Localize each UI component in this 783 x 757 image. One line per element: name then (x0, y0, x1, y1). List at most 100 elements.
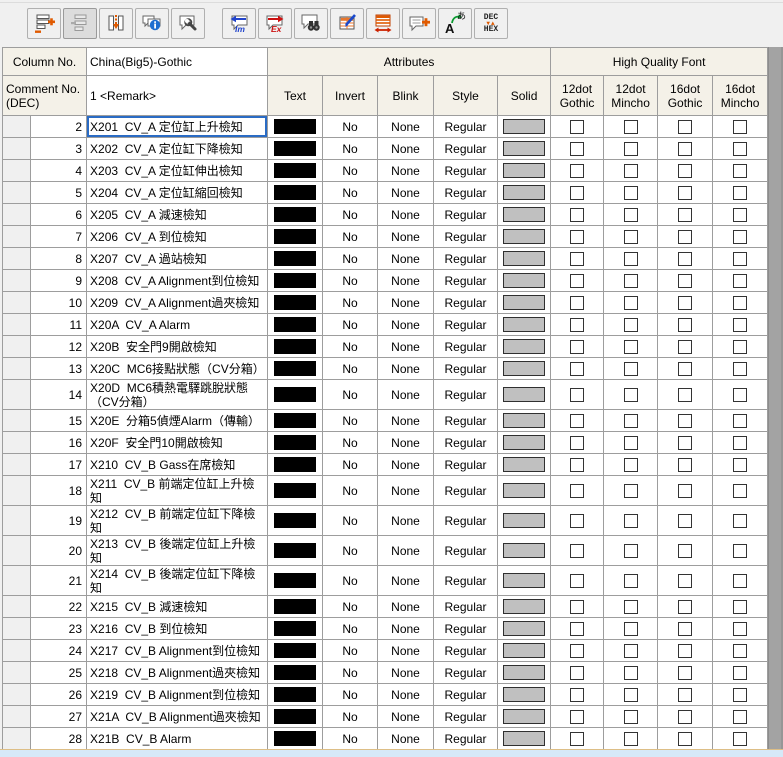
comment-no-cell[interactable]: 19 (31, 506, 87, 536)
row-selector[interactable] (3, 248, 31, 270)
comment-text-cell[interactable]: X214 CV_B 後端定位缸下降檢知 (87, 566, 268, 596)
font-checkbox-16dot-mincho[interactable] (733, 414, 747, 428)
invert-cell[interactable]: No (323, 138, 378, 160)
font-checkbox-16dot-gothic[interactable] (678, 120, 692, 134)
solid-color-cell[interactable] (498, 380, 551, 410)
font-checkbox-12dot-mincho[interactable] (624, 362, 638, 376)
font-checkbox-12dot-mincho[interactable] (624, 622, 638, 636)
style-cell[interactable]: Regular (434, 432, 498, 454)
font-checkbox-16dot-gothic[interactable] (678, 164, 692, 178)
font-checkbox-16dot-gothic[interactable] (678, 514, 692, 528)
solid-color-cell[interactable] (498, 596, 551, 618)
font-checkbox-12dot-mincho[interactable] (624, 208, 638, 222)
blink-cell[interactable]: None (378, 116, 434, 138)
blink-cell[interactable]: None (378, 476, 434, 506)
text-color-cell[interactable] (268, 728, 323, 750)
comment-no-cell[interactable]: 25 (31, 662, 87, 684)
font-checkbox-16dot-gothic[interactable] (678, 296, 692, 310)
comment-text-cell[interactable]: X206 CV_A 到位檢知 (87, 226, 268, 248)
style-cell[interactable]: Regular (434, 662, 498, 684)
font-checkbox-16dot-mincho[interactable] (733, 340, 747, 354)
text-color-cell[interactable] (268, 270, 323, 292)
row-selector[interactable] (3, 410, 31, 432)
font-checkbox-12dot-mincho[interactable] (624, 186, 638, 200)
comment-text-cell[interactable]: X211 CV_B 前端定位缸上升檢知 (87, 476, 268, 506)
text-color-cell[interactable] (268, 536, 323, 566)
font-checkbox-16dot-gothic[interactable] (678, 414, 692, 428)
font-checkbox-16dot-mincho[interactable] (733, 644, 747, 658)
row-selector[interactable] (3, 204, 31, 226)
font-checkbox-16dot-mincho[interactable] (733, 600, 747, 614)
font-checkbox-12dot-gothic[interactable] (570, 574, 584, 588)
invert-cell[interactable]: No (323, 684, 378, 706)
font-checkbox-12dot-gothic[interactable] (570, 296, 584, 310)
style-cell[interactable]: Regular (434, 728, 498, 750)
font-checkbox-12dot-gothic[interactable] (570, 274, 584, 288)
font-checkbox-16dot-mincho[interactable] (733, 574, 747, 588)
row-selector[interactable] (3, 476, 31, 506)
font-checkbox-16dot-mincho[interactable] (733, 458, 747, 472)
blink-cell[interactable]: None (378, 566, 434, 596)
comment-no-cell[interactable]: 2 (31, 116, 87, 138)
comment-no-cell[interactable]: 16 (31, 432, 87, 454)
invert-cell[interactable]: No (323, 182, 378, 204)
comment-text-cell[interactable]: X204 CV_A 定位缸縮回檢知 (87, 182, 268, 204)
comment-text-cell[interactable]: X219 CV_B Alignment到位檢知 (87, 684, 268, 706)
invert-cell[interactable]: No (323, 662, 378, 684)
font-checkbox-12dot-mincho[interactable] (624, 514, 638, 528)
font-checkbox-12dot-mincho[interactable] (624, 688, 638, 702)
font-checkbox-12dot-gothic[interactable] (570, 414, 584, 428)
font-checkbox-16dot-gothic[interactable] (678, 142, 692, 156)
comment-text-cell[interactable]: X205 CV_A 減速檢知 (87, 204, 268, 226)
font-checkbox-12dot-gothic[interactable] (570, 164, 584, 178)
text-color-cell[interactable] (268, 566, 323, 596)
font-checkbox-16dot-mincho[interactable] (733, 514, 747, 528)
style-cell[interactable]: Regular (434, 684, 498, 706)
blink-cell[interactable]: None (378, 336, 434, 358)
font-checkbox-12dot-gothic[interactable] (570, 186, 584, 200)
text-color-cell[interactable] (268, 226, 323, 248)
font-checkbox-12dot-mincho[interactable] (624, 388, 638, 402)
blink-cell[interactable]: None (378, 380, 434, 410)
solid-color-cell[interactable] (498, 358, 551, 380)
comment-text-cell[interactable]: X216 CV_B 到位檢知 (87, 618, 268, 640)
solid-color-cell[interactable] (498, 226, 551, 248)
search-comment-button[interactable] (294, 8, 328, 39)
font-checkbox-12dot-mincho[interactable] (624, 230, 638, 244)
vertical-scrollbar[interactable] (768, 47, 781, 749)
font-checkbox-12dot-mincho[interactable] (624, 458, 638, 472)
invert-cell[interactable]: No (323, 476, 378, 506)
font-checkbox-12dot-mincho[interactable] (624, 600, 638, 614)
style-cell[interactable]: Regular (434, 138, 498, 160)
text-color-cell[interactable] (268, 618, 323, 640)
font-checkbox-16dot-mincho[interactable] (733, 710, 747, 724)
comment-text-cell[interactable]: X20F 安全門10開啟檢知 (87, 432, 268, 454)
font-checkbox-16dot-mincho[interactable] (733, 688, 747, 702)
font-checkbox-12dot-gothic[interactable] (570, 252, 584, 266)
style-cell[interactable]: Regular (434, 270, 498, 292)
font-checkbox-12dot-gothic[interactable] (570, 710, 584, 724)
text-color-cell[interactable] (268, 684, 323, 706)
comment-text-cell[interactable]: X213 CV_B 後端定位缸上升檢知 (87, 536, 268, 566)
export-comment-button[interactable]: Ex (258, 8, 292, 39)
text-color-cell[interactable] (268, 476, 323, 506)
style-cell[interactable]: Regular (434, 618, 498, 640)
font-checkbox-12dot-mincho[interactable] (624, 436, 638, 450)
font-checkbox-16dot-mincho[interactable] (733, 274, 747, 288)
text-color-cell[interactable] (268, 116, 323, 138)
font-checkbox-12dot-gothic[interactable] (570, 340, 584, 354)
comment-no-cell[interactable]: 15 (31, 410, 87, 432)
font-checkbox-12dot-gothic[interactable] (570, 120, 584, 134)
blink-cell[interactable]: None (378, 506, 434, 536)
text-color-cell[interactable] (268, 432, 323, 454)
comment-text-cell[interactable]: X212 CV_B 前端定位缸下降檢知 (87, 506, 268, 536)
row-selector[interactable] (3, 226, 31, 248)
comment-text-cell[interactable]: X217 CV_B Alignment到位檢知 (87, 640, 268, 662)
font-checkbox-16dot-gothic[interactable] (678, 252, 692, 266)
row-selector[interactable] (3, 432, 31, 454)
font-checkbox-16dot-mincho[interactable] (733, 186, 747, 200)
invert-cell[interactable]: No (323, 204, 378, 226)
font-checkbox-12dot-gothic[interactable] (570, 688, 584, 702)
invert-cell[interactable]: No (323, 410, 378, 432)
import-comment-button[interactable]: Im (222, 8, 256, 39)
